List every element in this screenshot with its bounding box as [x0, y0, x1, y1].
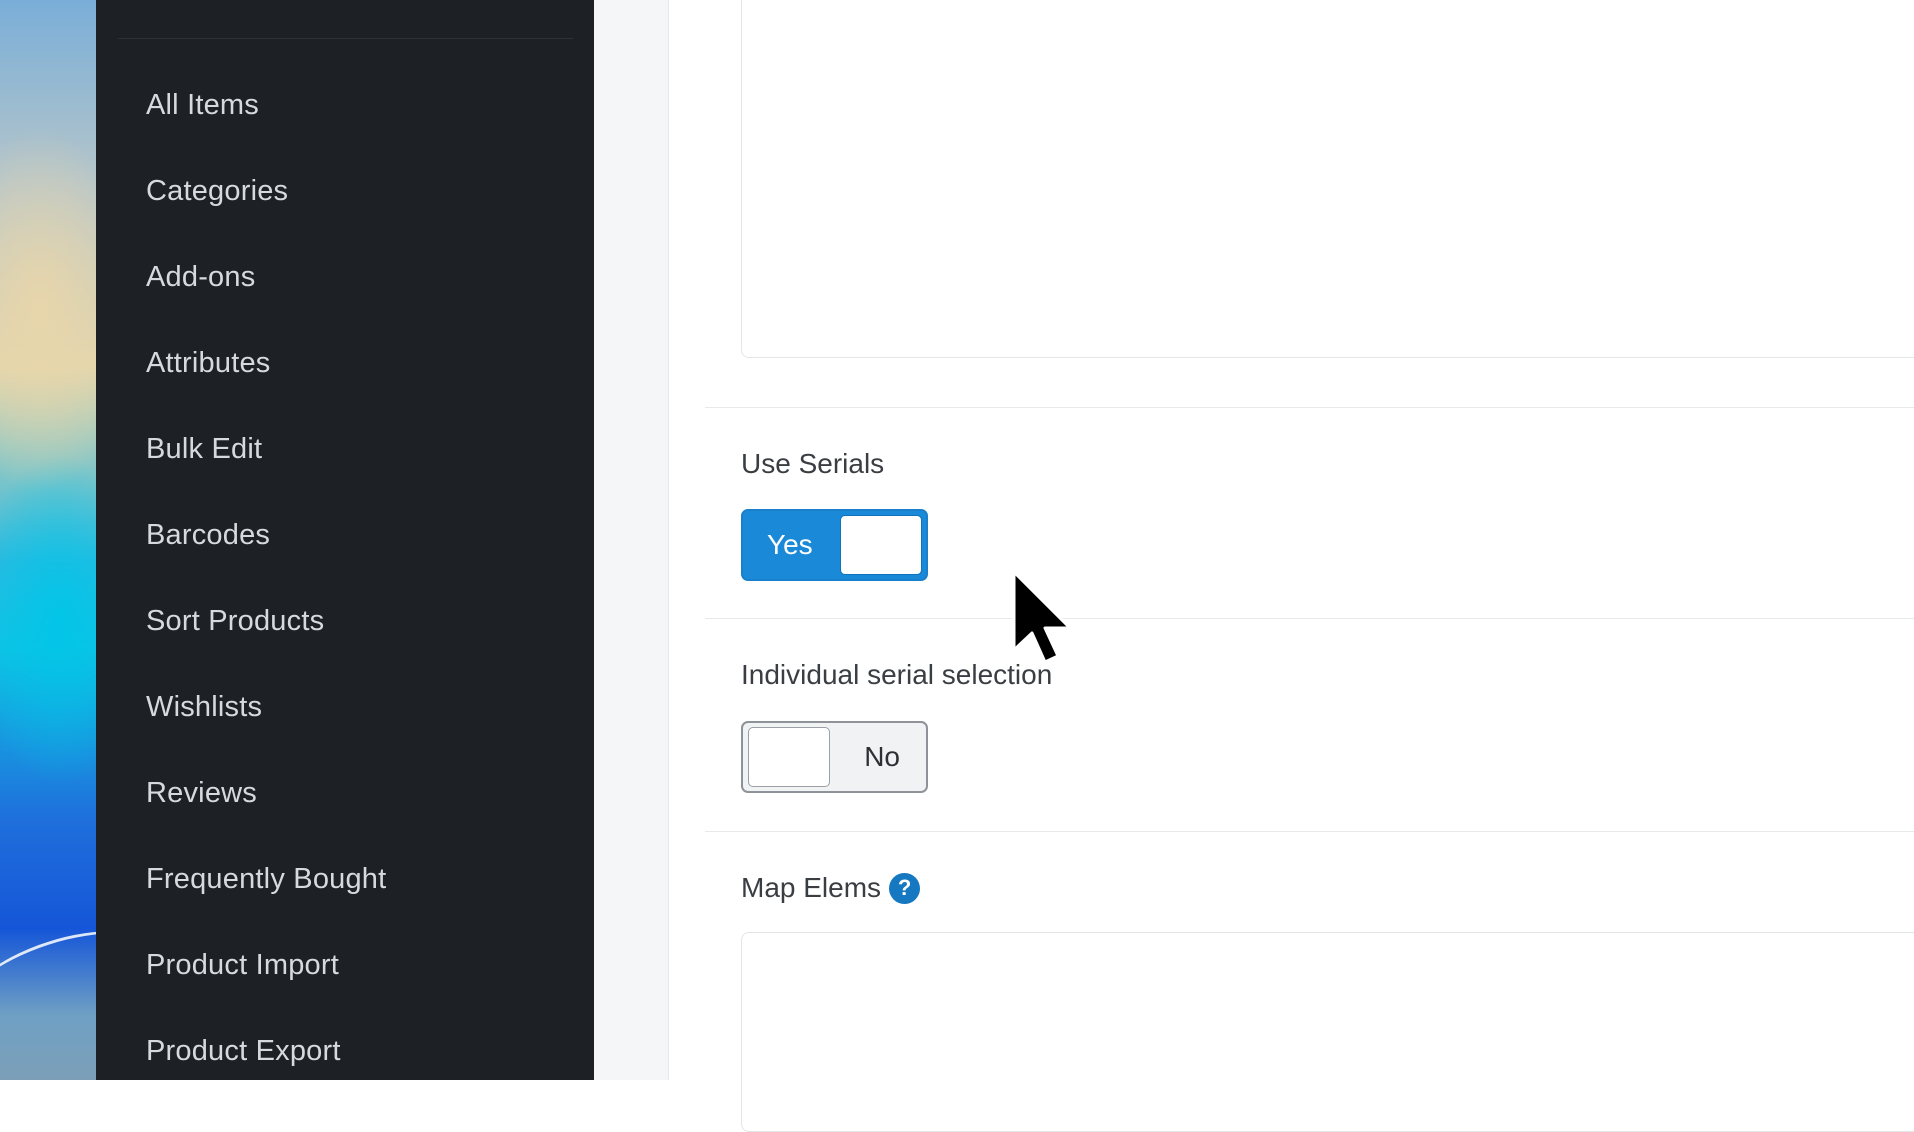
sidebar: All Items Categories Add-ons Attributes …: [96, 0, 594, 1080]
desktop-wallpaper: [0, 0, 96, 1080]
sidebar-item-attributes[interactable]: Attributes: [96, 320, 594, 406]
description-textarea[interactable]: [741, 0, 1914, 358]
sidebar-item-bulk-edit[interactable]: Bulk Edit: [96, 406, 594, 492]
sidebar-divider: [118, 38, 573, 39]
sidebar-item-product-import[interactable]: Product Import: [96, 922, 594, 1008]
map-elems-label-text: Map Elems: [741, 872, 882, 903]
individual-serial-selection-label-text: Individual serial selection: [741, 659, 1053, 690]
use-serials-state: Yes: [767, 529, 813, 560]
section-divider: [705, 831, 1914, 832]
sidebar-item-categories[interactable]: Categories: [96, 148, 594, 234]
sidebar-item-sort-products[interactable]: Sort Products: [96, 578, 594, 664]
map-elems-textarea[interactable]: [741, 932, 1914, 1132]
sidebar-item-all-items[interactable]: All Items: [96, 62, 594, 148]
use-serials-toggle[interactable]: Yes: [741, 509, 928, 581]
toggle-knob: [840, 515, 922, 575]
section-divider: [705, 618, 1914, 619]
sidebar-item-product-export[interactable]: Product Export: [96, 1008, 594, 1094]
use-serials-label: Use Serials: [741, 448, 884, 480]
sidebar-item-frequently-bought[interactable]: Frequently Bought: [96, 836, 594, 922]
sidebar-nav: All Items Categories Add-ons Attributes …: [96, 62, 594, 1094]
individual-serial-selection-toggle[interactable]: No: [741, 721, 928, 793]
toggle-knob: [748, 727, 830, 787]
content-gutter: [594, 0, 669, 1080]
use-serials-label-text: Use Serials: [741, 448, 885, 479]
question-circle-icon[interactable]: ?: [889, 872, 921, 904]
sidebar-item-wishlists[interactable]: Wishlists: [96, 664, 594, 750]
product-form: Use Serials Yes Individual serial select…: [669, 0, 1914, 1132]
section-divider: [705, 407, 1914, 408]
map-elems-label: Map Elems ?: [741, 872, 921, 904]
sidebar-item-reviews[interactable]: Reviews: [96, 750, 594, 836]
individual-serial-selection-label: Individual serial selection: [741, 659, 1052, 691]
individual-serial-selection-state: No: [864, 741, 900, 772]
sidebar-item-add-ons[interactable]: Add-ons: [96, 234, 594, 320]
sidebar-item-barcodes[interactable]: Barcodes: [96, 492, 594, 578]
